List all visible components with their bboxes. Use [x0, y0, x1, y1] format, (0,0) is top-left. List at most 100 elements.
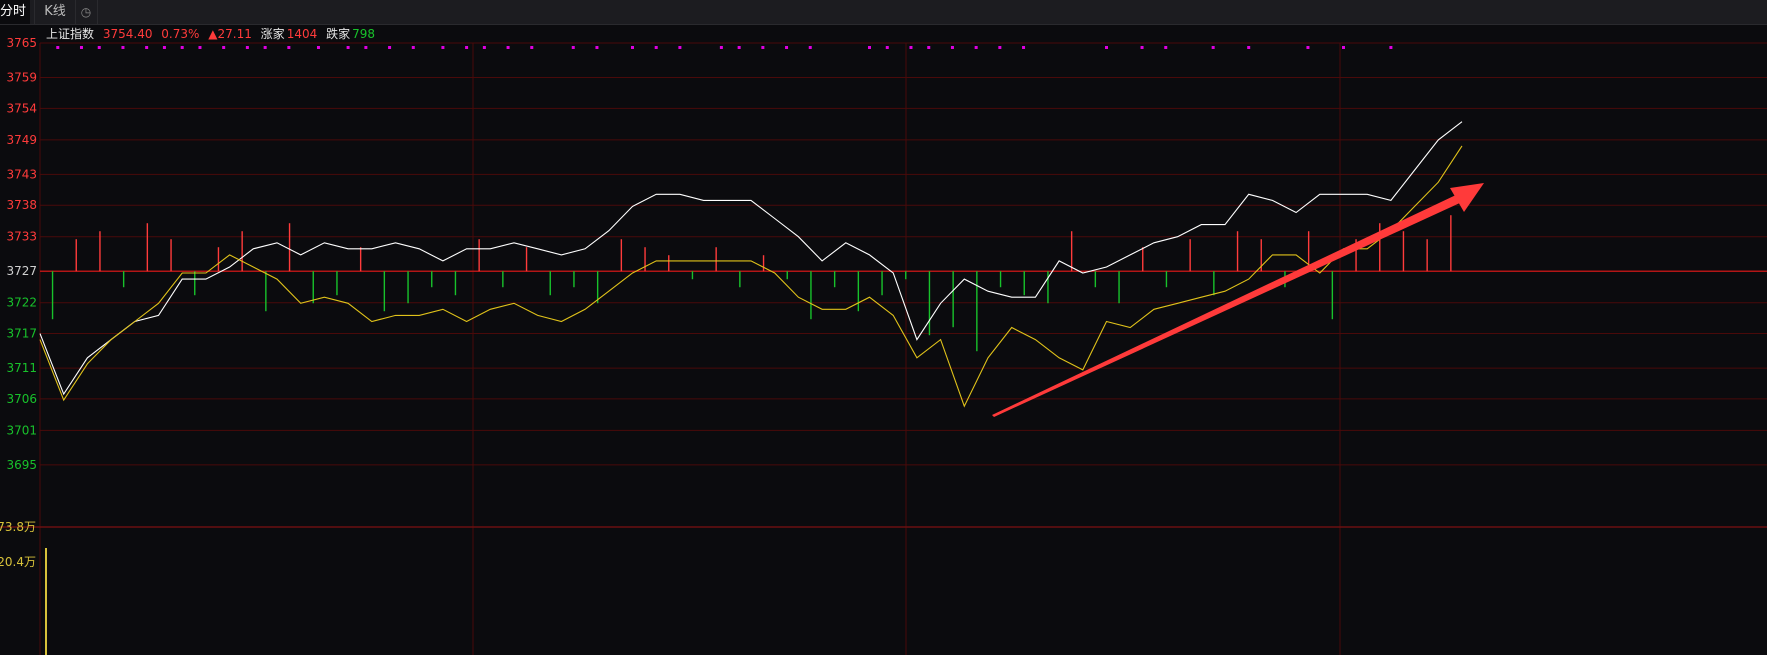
volume-bar	[525, 247, 528, 272]
y-tick-label: 3701	[6, 423, 37, 437]
volume-bar	[928, 271, 931, 336]
signal-dot	[631, 46, 634, 49]
signal-dots	[56, 46, 1393, 49]
signal-dot	[909, 46, 913, 49]
signal-dot	[1211, 46, 1215, 49]
signal-dot	[1306, 46, 1310, 49]
signal-dot	[1140, 46, 1144, 49]
y-tick-label: 3706	[6, 392, 37, 406]
volume-area	[45, 548, 47, 655]
y-axis-labels: 3765 3759 3754 3749 3743 3738 3733 3727 3722 3717…	[0, 36, 37, 569]
volume-bar	[810, 271, 812, 320]
signal-dot	[571, 46, 575, 49]
volume-bar	[1450, 215, 1452, 272]
y-tick-label: 3738	[6, 198, 37, 212]
trend-arrow	[992, 183, 1484, 417]
volume-bar	[1118, 271, 1120, 304]
volume-bar	[715, 247, 717, 272]
signal-dot	[1105, 46, 1108, 49]
signal-dot	[316, 46, 320, 49]
signal-dot	[885, 46, 889, 49]
volume-tick-label: 373.8万	[0, 520, 36, 534]
signal-dot	[198, 46, 202, 49]
volume-bar	[668, 255, 670, 272]
signal-dot	[595, 46, 599, 49]
volume-bar	[1426, 239, 1428, 272]
signal-dot	[1342, 46, 1345, 49]
signal-dot	[1164, 46, 1168, 49]
volume-bar	[1236, 231, 1239, 272]
volume-bar	[407, 271, 409, 304]
volume-bar	[431, 271, 433, 288]
signal-dot	[654, 46, 658, 49]
volume-bar	[644, 247, 646, 272]
volume-bar	[691, 271, 694, 280]
volume-bar	[359, 247, 362, 272]
signal-dot	[411, 46, 415, 49]
y-tick-label: 3765	[6, 36, 37, 50]
volume-bar	[51, 271, 54, 320]
volume-bar	[146, 223, 149, 272]
signal-dot	[719, 46, 723, 49]
price-lines	[39, 121, 1463, 408]
volume-bar	[857, 271, 860, 312]
y-tick-label: 3759	[6, 71, 37, 85]
signal-dot	[364, 46, 368, 49]
signal-dot	[678, 46, 682, 49]
y-tick-label: 3722	[6, 296, 37, 310]
y-tick-label: 3733	[6, 230, 37, 244]
volume-bar	[620, 239, 623, 272]
volume-bar	[549, 271, 551, 296]
volume-bar	[1070, 231, 1073, 272]
price-line	[39, 121, 1463, 396]
signal-dot	[145, 46, 149, 49]
volume-bar	[288, 223, 291, 272]
volume-bar	[217, 247, 220, 272]
volume-bar	[833, 271, 836, 288]
volume-bar	[1165, 271, 1168, 288]
volume-bar	[478, 239, 480, 272]
volume-bar	[786, 271, 788, 280]
y-tick-label: 3717	[6, 327, 37, 341]
volume-bar	[454, 271, 457, 296]
volume-tick-label: 320.4万	[0, 555, 36, 569]
volume-bar	[905, 271, 907, 280]
volume-bar	[976, 271, 978, 352]
volume-bar	[999, 271, 1002, 288]
signal-dot	[974, 46, 978, 49]
trend-arrow-shaft	[992, 194, 1462, 417]
volume-bar	[739, 271, 741, 288]
signal-dot	[868, 46, 871, 49]
signal-dot	[506, 46, 510, 49]
y-tick-label: 3711	[6, 361, 37, 375]
signal-dot	[530, 46, 534, 49]
volume-bar	[1142, 247, 1144, 272]
volume-bar	[762, 255, 765, 272]
volume-bar	[312, 271, 314, 304]
y-tick-label: 3754	[6, 101, 37, 115]
volume-bar	[75, 239, 77, 272]
signal-dot	[1247, 46, 1251, 49]
signal-dot	[808, 46, 812, 49]
average-line	[39, 145, 1463, 408]
volume-bar	[265, 271, 267, 312]
signal-dot	[245, 46, 249, 49]
volume-bar	[336, 271, 338, 296]
y-tick-label: 3695	[6, 458, 37, 472]
signal-dot	[737, 46, 741, 49]
signal-dot	[346, 46, 350, 49]
y-tick-label: 3749	[6, 133, 37, 147]
signal-dot	[388, 46, 392, 49]
signal-dot	[465, 46, 469, 49]
chart-grid	[0, 42, 1767, 655]
volume-bar	[1047, 271, 1049, 304]
signal-dot	[1389, 46, 1393, 49]
volume-bar	[122, 271, 125, 288]
volume-bar	[1023, 271, 1025, 296]
volume-bar	[170, 239, 172, 272]
intraday-chart[interactable]: 3765 3759 3754 3749 3743 3738 3733 3727 3722 3717…	[0, 0, 1767, 655]
signal-dot	[180, 46, 184, 49]
volume-bar	[502, 271, 504, 288]
signal-dot	[761, 46, 765, 49]
signal-dot	[263, 46, 267, 49]
